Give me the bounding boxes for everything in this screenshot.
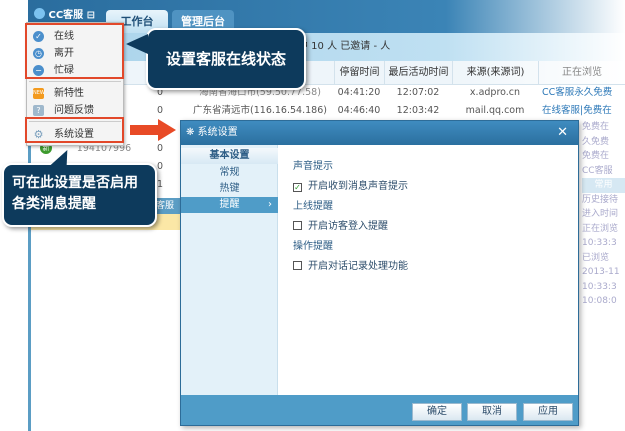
cancel-button[interactable]: 取消 <box>467 403 517 421</box>
section-online: 上线提醒 <box>293 201 333 212</box>
faded-text: 10:08:0 <box>582 296 617 306</box>
cell-stay: 04:41:20 <box>337 87 381 98</box>
col-source[interactable]: 来源(来源词) <box>452 61 538 85</box>
faded-text: 正在浏览 <box>582 223 619 234</box>
faded-text: CC客服 <box>582 165 613 176</box>
checkbox-checked-icon: ✓ <box>293 183 302 192</box>
section-sound: 声音提示 <box>293 161 333 172</box>
settings-nav: 基本设置 常规 热键 提醒 › <box>181 145 278 395</box>
checkbox-sound-alert[interactable]: ✓ 开启收到消息声音提示 <box>293 177 408 192</box>
app-title: CC客服 <box>48 10 84 21</box>
faded-text: 10:33:3 <box>582 281 617 292</box>
faded-text: 久免费 <box>582 136 610 147</box>
faded-text: 2013-11 <box>582 267 620 277</box>
checkbox-label: 开启收到消息声音提示 <box>308 181 408 192</box>
highlight-status-box <box>25 23 124 79</box>
section-label: 客服 <box>155 201 174 211</box>
faded-text: 10:33:3 <box>582 238 617 248</box>
checkbox-icon <box>293 261 302 270</box>
cell-location: 广东省清远市(116.16.54.186) <box>193 105 327 116</box>
user-avatar-icon <box>34 8 45 19</box>
col-stay[interactable]: 停留时间 <box>334 61 384 85</box>
highlight-settings-box <box>25 117 124 143</box>
callout-text: 可在此设置是否启用各类消息提醒 <box>12 175 138 212</box>
arrow-shaft <box>130 125 160 135</box>
chevron-right-icon: › <box>268 199 272 210</box>
checkbox-visitor-login[interactable]: 开启访客登入提醒 <box>293 217 388 232</box>
checkbox-chat-record[interactable]: 开启对话记录处理功能 <box>293 257 408 272</box>
ok-button[interactable]: 确定 <box>412 403 462 421</box>
dialog-title: 系统设置 <box>197 127 238 138</box>
checkbox-label: 开启访客登入提醒 <box>308 221 388 232</box>
dialog-footer: 确定 取消 应用 <box>181 395 578 425</box>
faded-text: 免费在 <box>582 122 610 132</box>
nav-item-reminders[interactable]: 提醒 › <box>181 197 278 213</box>
nav-label: 提醒 <box>219 199 240 210</box>
settings-icon: ❋ <box>186 127 195 138</box>
cell-last: 12:03:42 <box>396 105 440 116</box>
cell-source: mail.qq.com <box>465 105 525 116</box>
dropdown-icon[interactable]: ⊟ <box>87 10 95 21</box>
cell-count: 0 <box>156 105 164 116</box>
dialog-title-bar[interactable]: ❋ 系统设置 ✕ <box>181 121 578 145</box>
menu-item-new-features[interactable]: NEW 新特性 <box>27 85 123 102</box>
nav-header: 基本设置 <box>181 148 278 164</box>
callout-settings: 可在此设置是否启用各类消息提醒 <box>2 163 157 227</box>
apply-button[interactable]: 应用 <box>523 403 573 421</box>
settings-dialog: ❋ 系统设置 ✕ 基本设置 常规 热键 提醒 › 声音提示 ✓ 开启收到消息声音提示… <box>180 120 579 426</box>
feedback-icon: ? <box>33 105 44 116</box>
faded-text: 进入时间 <box>582 209 619 219</box>
nav-item-hotkeys[interactable]: 热键 <box>181 181 278 197</box>
callout-pointer <box>126 34 148 54</box>
section-operation: 操作提醒 <box>293 241 333 252</box>
col-last-active[interactable]: 最后活动时间 <box>384 61 452 85</box>
cell-source: x.adpro.cn <box>469 87 521 98</box>
nav-item-general[interactable]: 常规 <box>181 165 278 181</box>
faded-text: 常用 <box>582 178 625 193</box>
menu-divider <box>29 81 121 82</box>
cell-last: 12:07:02 <box>396 87 440 98</box>
arrow-right-icon <box>158 119 176 141</box>
visitor-count-text: 中 10 人 已邀请 - 人 <box>298 41 391 52</box>
cell-count: 0 <box>156 143 164 154</box>
cell-stay: 04:46:40 <box>337 105 381 116</box>
faded-text: 历史接待 <box>582 194 619 205</box>
cell-page-link[interactable]: 在线客服|免费在 <box>542 102 625 120</box>
callout-text: 设置客服在线状态 <box>165 50 286 68</box>
checkbox-label: 开启对话记录处理功能 <box>308 261 408 272</box>
col-browsing[interactable]: 正在浏览 <box>538 61 625 85</box>
faded-text: 免费在 <box>582 151 610 161</box>
menu-label: 新特性 <box>54 88 84 99</box>
app-logo-button[interactable]: CC客服 ⊟ <box>34 6 95 21</box>
callout-status: 设置客服在线状态 <box>146 28 306 90</box>
new-badge-icon: NEW <box>33 88 45 99</box>
checkbox-icon <box>293 221 302 230</box>
cell-page-link[interactable]: CC客服永久免费 <box>542 84 625 102</box>
faded-right-panel: 免费在 久免费 免费在 CC客服 常用 历史接待 进入时间 正在浏览 10:33:3 已浏览 201… <box>582 120 625 400</box>
faded-text: 已浏览 <box>582 252 610 263</box>
close-icon[interactable]: ✕ <box>557 121 568 145</box>
